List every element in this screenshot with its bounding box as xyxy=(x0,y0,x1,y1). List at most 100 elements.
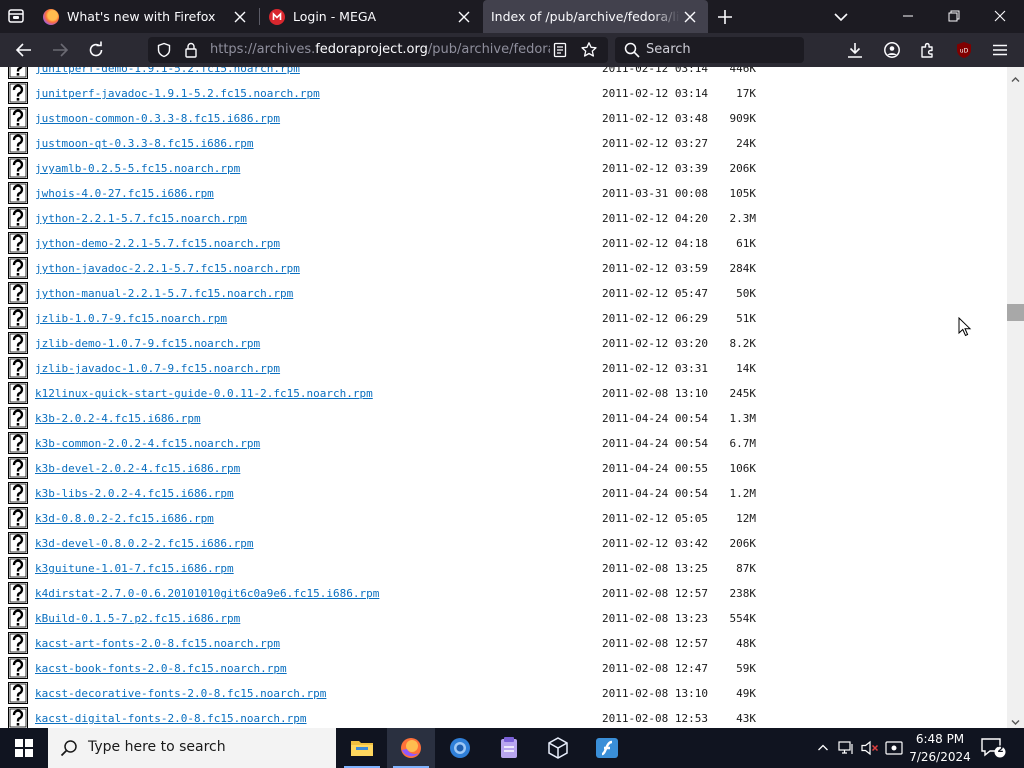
file-link[interactable]: k3d-0.8.0.2-2.fc15.i686.rpm xyxy=(35,512,214,525)
taskbar-search-box[interactable]: Type here to search xyxy=(48,728,336,768)
file-link[interactable]: k3b-devel-2.0.2-4.fc15.i686.rpm xyxy=(35,462,240,475)
forward-button[interactable] xyxy=(48,38,72,62)
file-link[interactable]: kacst-book-fonts-2.0-8.fc15.noarch.rpm xyxy=(35,662,287,675)
file-date: 2011-04-24 00:55 xyxy=(602,462,708,475)
extensions-icon[interactable] xyxy=(916,38,940,62)
search-icon xyxy=(624,42,640,62)
chrome-like-browser-icon[interactable] xyxy=(436,728,484,768)
file-link[interactable]: jython-2.2.1-5.7.fc15.noarch.rpm xyxy=(35,212,247,225)
account-icon[interactable] xyxy=(880,38,904,62)
file-link[interactable]: jzlib-1.0.7-9.fc15.noarch.rpm xyxy=(35,312,227,325)
system-clock[interactable]: 6:48 PM 7/26/2024 xyxy=(905,730,975,766)
file-link[interactable]: kacst-decorative-fonts-2.0-8.fc15.noarch… xyxy=(35,687,326,700)
action-center-meet-icon[interactable] xyxy=(883,728,905,768)
scroll-up-arrow-icon[interactable] xyxy=(1010,70,1021,82)
back-button[interactable] xyxy=(12,38,36,62)
vertical-scrollbar[interactable] xyxy=(1007,67,1024,728)
close-icon[interactable] xyxy=(680,7,700,27)
lock-icon[interactable] xyxy=(184,42,198,62)
shield-icon[interactable] xyxy=(156,42,172,62)
unknown-file-icon xyxy=(8,657,28,679)
file-link[interactable]: jython-manual-2.2.1-5.7.fc15.noarch.rpm xyxy=(35,287,293,300)
bookmark-star-icon[interactable] xyxy=(580,41,598,63)
notifications-icon[interactable]: 2 xyxy=(980,736,1006,760)
file-date: 2011-02-08 13:10 xyxy=(602,687,708,700)
new-tab-button[interactable] xyxy=(714,6,736,28)
network-icon[interactable] xyxy=(836,728,858,768)
file-link[interactable]: justmoon-qt-0.3.3-8.fc15.i686.rpm xyxy=(35,137,254,150)
file-date: 2011-02-12 03:59 xyxy=(602,262,708,275)
close-window-button[interactable] xyxy=(988,4,1012,28)
close-icon[interactable] xyxy=(230,7,250,27)
unknown-file-icon xyxy=(8,207,28,229)
file-link[interactable]: junitperf-demo-1.9.1-5.2.fc15.noarch.rpm xyxy=(35,67,300,75)
unknown-file-icon xyxy=(8,407,28,429)
file-size: 87K xyxy=(736,562,756,575)
file-date: 2011-02-08 13:10 xyxy=(602,387,708,400)
volume-muted-icon[interactable] xyxy=(859,728,881,768)
table-row: jzlib-1.0.7-9.fc15.noarch.rpm 2011-02-12 … xyxy=(0,307,1007,332)
unknown-file-icon xyxy=(8,257,28,279)
scrollbar-thumb[interactable] xyxy=(1007,304,1024,321)
file-link[interactable]: k3guitune-1.01-7.fc15.i686.rpm xyxy=(35,562,234,575)
file-date: 2011-02-12 05:47 xyxy=(602,287,708,300)
file-link[interactable]: jwhois-4.0-27.fc15.i686.rpm xyxy=(35,187,214,200)
file-date: 2011-04-24 00:54 xyxy=(602,412,708,425)
table-row: jvyamlb-0.2.5-5.fc15.noarch.rpm 2011-02-1… xyxy=(0,157,1007,182)
firefox-view-icon[interactable] xyxy=(4,4,28,28)
table-row: jwhois-4.0-27.fc15.i686.rpm 2011-03-31 00… xyxy=(0,182,1007,207)
firefox-taskbar-icon[interactable] xyxy=(387,728,435,768)
flash-app-icon[interactable] xyxy=(583,728,631,768)
tab-whats-new[interactable]: What's new with Firefox xyxy=(33,0,258,33)
unknown-file-icon xyxy=(8,582,28,604)
file-link[interactable]: jvyamlb-0.2.5-5.fc15.noarch.rpm xyxy=(35,162,240,175)
file-link[interactable]: kBuild-0.1.5-7.p2.fc15.i686.rpm xyxy=(35,612,240,625)
reload-button[interactable] xyxy=(84,38,108,62)
table-row: justmoon-common-0.3.3-8.fc15.i686.rpm 201… xyxy=(0,107,1007,132)
notepad-app-icon[interactable] xyxy=(485,728,533,768)
restore-button[interactable] xyxy=(942,4,966,28)
file-link[interactable]: justmoon-common-0.3.3-8.fc15.i686.rpm xyxy=(35,112,280,125)
ublock-origin-icon[interactable]: uD xyxy=(952,38,976,62)
file-link[interactable]: k3b-libs-2.0.2-4.fc15.i686.rpm xyxy=(35,487,234,500)
menu-hamburger-icon[interactable] xyxy=(988,38,1012,62)
file-link[interactable]: jython-javadoc-2.2.1-5.7.fc15.noarch.rpm xyxy=(35,262,300,275)
tab-bar: What's new with Firefox Login - MEGA Ind… xyxy=(0,0,1024,33)
tab-title: Login - MEGA xyxy=(293,9,377,24)
file-link[interactable]: kacst-digital-fonts-2.0-8.fc15.noarch.rp… xyxy=(35,712,307,725)
close-icon[interactable] xyxy=(454,7,474,27)
tab-login-mega[interactable]: Login - MEGA xyxy=(259,0,482,33)
file-link[interactable]: jython-demo-2.2.1-5.7.fc15.noarch.rpm xyxy=(35,237,280,250)
table-row: k3b-devel-2.0.2-4.fc15.i686.rpm 2011-04-2… xyxy=(0,457,1007,482)
file-link[interactable]: k3b-common-2.0.2-4.fc15.noarch.rpm xyxy=(35,437,260,450)
file-size: 284K xyxy=(729,262,757,275)
file-link[interactable]: k3b-2.0.2-4.fc15.i686.rpm xyxy=(35,412,201,425)
show-hidden-icons-chevron-icon[interactable] xyxy=(813,728,833,768)
minimize-button[interactable] xyxy=(896,4,920,28)
file-link[interactable]: jzlib-javadoc-1.0.7-9.fc15.noarch.rpm xyxy=(35,362,280,375)
unknown-file-icon xyxy=(8,457,28,479)
address-bar[interactable]: https://archives.fedoraproject.org/pub/a… xyxy=(148,37,608,63)
file-link[interactable]: kacst-art-fonts-2.0-8.fc15.noarch.rpm xyxy=(35,637,280,650)
downloads-icon[interactable] xyxy=(843,38,867,62)
reader-view-icon[interactable] xyxy=(552,42,568,62)
file-link[interactable]: k4dirstat-2.7.0-0.6.20101010git6c0a9e6.f… xyxy=(35,587,379,600)
file-size: 446K xyxy=(729,67,757,75)
tab-index-of[interactable]: Index of /pub/archive/fedora/linux/ xyxy=(483,0,708,33)
scroll-down-arrow-icon[interactable] xyxy=(1010,713,1021,725)
table-row: k3guitune-1.01-7.fc15.i686.rpm 2011-02-08… xyxy=(0,557,1007,582)
table-row: k3d-devel-0.8.0.2-2.fc15.i686.rpm 2011-02… xyxy=(0,532,1007,557)
3d-viewer-icon[interactable] xyxy=(534,728,582,768)
file-link[interactable]: k12linux-quick-start-guide-0.0.11-2.fc15… xyxy=(35,387,373,400)
start-button[interactable] xyxy=(0,728,48,768)
unknown-file-icon xyxy=(8,307,28,329)
file-explorer-icon[interactable] xyxy=(338,728,386,768)
search-bar[interactable]: Search xyxy=(615,37,804,63)
file-link[interactable]: k3d-devel-0.8.0.2-2.fc15.i686.rpm xyxy=(35,537,254,550)
file-link[interactable]: jzlib-demo-1.0.7-9.fc15.noarch.rpm xyxy=(35,337,260,350)
file-link[interactable]: junitperf-javadoc-1.9.1-5.2.fc15.noarch.… xyxy=(35,87,320,100)
list-all-tabs-button[interactable] xyxy=(830,6,852,28)
table-row: kacst-book-fonts-2.0-8.fc15.noarch.rpm 20… xyxy=(0,657,1007,682)
windows-taskbar: Type here to search 6:48 PM 7/26/2024 2 xyxy=(0,728,1024,768)
url-text[interactable]: https://archives.fedoraproject.org/pub/a… xyxy=(210,42,550,57)
